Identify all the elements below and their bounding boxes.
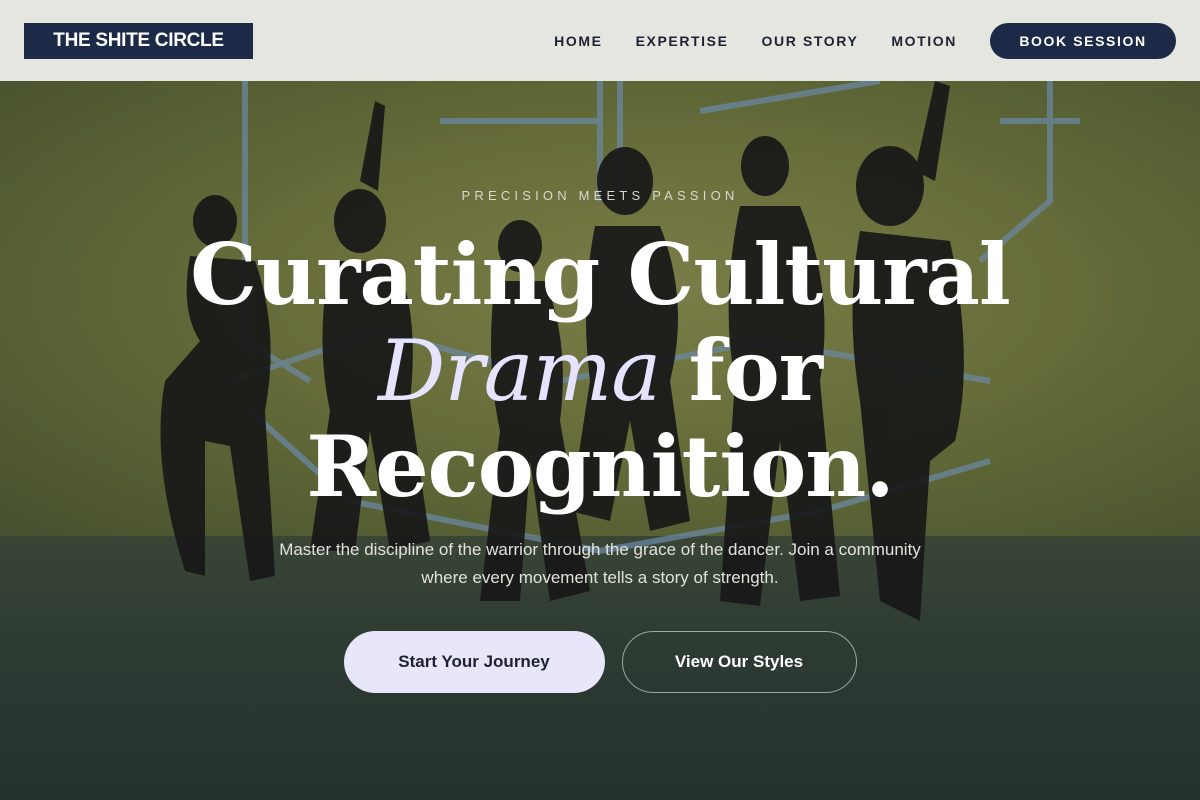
start-journey-button[interactable]: Start Your Journey <box>343 631 605 693</box>
headline-line-1: Curating Cultural <box>190 225 1011 324</box>
book-session-button[interactable]: BOOK SESSION <box>990 22 1176 59</box>
headline-line-2-rest: for <box>660 321 823 420</box>
headline-accent: Drama <box>378 322 661 420</box>
hero-content: PRECISION MEETS PASSION Curating Cultura… <box>0 81 1200 800</box>
hero-eyebrow: PRECISION MEETS PASSION <box>461 188 739 203</box>
hero-headline: Curating Cultural Drama for Recognition. <box>0 227 1200 515</box>
headline-line-3: Recognition. <box>306 417 894 516</box>
nav-motion[interactable]: MOTION <box>891 33 957 49</box>
main-nav: HOME EXPERTISE OUR STORY MOTION BOOK SES… <box>554 22 1176 59</box>
brand-logo[interactable]: THE SHITE CIRCLE <box>24 22 253 59</box>
view-styles-button[interactable]: View Our Styles <box>621 631 857 693</box>
site-header: THE SHITE CIRCLE HOME EXPERTISE OUR STOR… <box>0 0 1200 81</box>
nav-our-story[interactable]: OUR STORY <box>762 33 859 49</box>
hero-subtext: Master the discipline of the warrior thr… <box>279 540 921 587</box>
nav-home[interactable]: HOME <box>554 33 602 49</box>
nav-expertise[interactable]: EXPERTISE <box>636 33 729 49</box>
hero-cta-row: Start Your Journey View Our Styles <box>0 631 1200 693</box>
